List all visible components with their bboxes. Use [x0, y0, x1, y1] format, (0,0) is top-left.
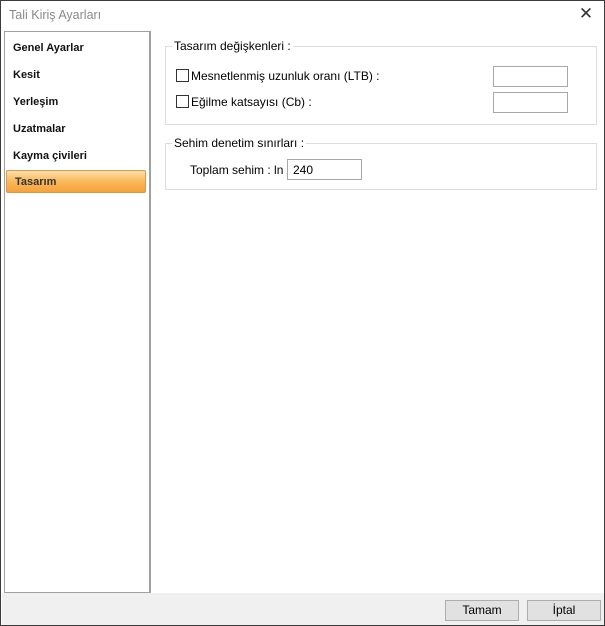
cb-checkbox[interactable]: [176, 95, 189, 108]
design-variables-group: Tasarım değişkenleri : Mesnetlenmiş uzun…: [165, 39, 597, 125]
close-icon[interactable]: ✕: [576, 4, 596, 24]
sidebar-item-genel-ayarlar[interactable]: Genel Ayarlar: [5, 37, 149, 59]
total-deflection-label: Toplam sehim : ln /: [190, 163, 291, 177]
dialog-window: Tali Kiriş Ayarları ✕ Genel Ayarlar Kesi…: [0, 0, 605, 626]
window-title: Tali Kiriş Ayarları: [9, 8, 102, 22]
ok-button[interactable]: Tamam: [445, 600, 519, 621]
sidebar: Genel Ayarlar Kesit Yerleşim Uzatmalar K…: [4, 31, 150, 593]
sidebar-item-tasarim[interactable]: Tasarım: [6, 170, 146, 193]
sidebar-item-kayma-civileri[interactable]: Kayma çivileri: [5, 145, 149, 167]
ltb-checkbox[interactable]: [176, 69, 189, 82]
sidebar-item-uzatmalar[interactable]: Uzatmalar: [5, 118, 149, 140]
divider: [150, 31, 151, 593]
group-title: Sehim denetim sınırları :: [172, 136, 307, 150]
sidebar-item-kesit[interactable]: Kesit: [5, 64, 149, 86]
ltb-input[interactable]: [493, 66, 568, 87]
cb-input[interactable]: [493, 92, 568, 113]
cb-label: Eğilme katsayısı (Cb) :: [191, 95, 312, 109]
ltb-label: Mesnetlenmiş uzunluk oranı (LTB) :: [191, 69, 380, 83]
sidebar-item-yerlesim[interactable]: Yerleşim: [5, 91, 149, 113]
deflection-limits-group: Sehim denetim sınırları : Toplam sehim :…: [165, 136, 597, 190]
button-bar: Tamam İptal: [2, 593, 604, 625]
group-title: Tasarım değişkenleri :: [172, 39, 293, 53]
cancel-button[interactable]: İptal: [527, 600, 601, 621]
total-deflection-input[interactable]: [287, 159, 362, 180]
